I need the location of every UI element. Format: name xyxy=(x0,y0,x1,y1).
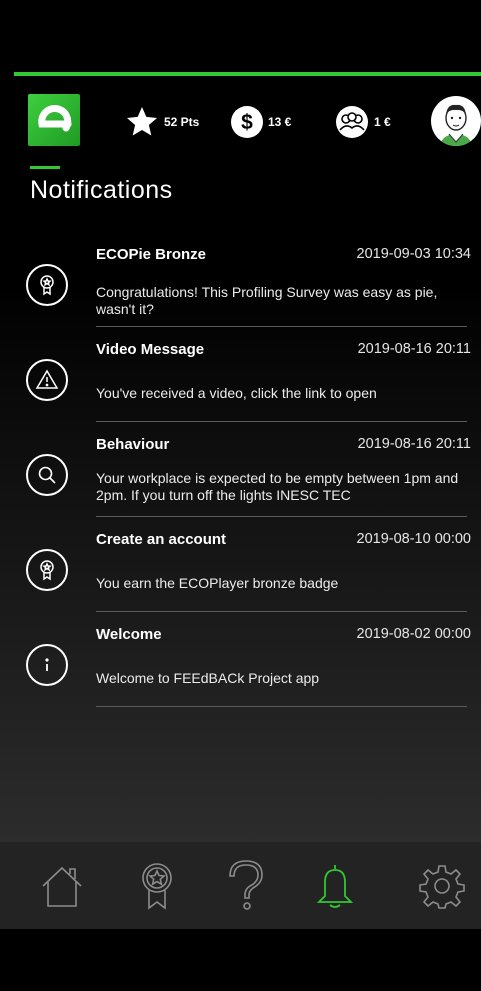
award-icon xyxy=(26,264,68,306)
notification-item[interactable]: Behaviour 2019-08-16 20:11 Your workplac… xyxy=(0,422,481,516)
user-avatar-icon xyxy=(439,104,473,146)
nav-achievements-button[interactable] xyxy=(117,842,197,929)
title-accent xyxy=(30,166,60,169)
gear-icon xyxy=(419,864,465,909)
notification-date: 2019-08-02 00:00 xyxy=(356,626,472,642)
search-icon xyxy=(26,454,68,496)
notification-item[interactable]: Welcome 2019-08-02 00:00 Welcome to FEEd… xyxy=(0,612,481,706)
notification-title: ECOPie Bronze xyxy=(96,246,207,263)
notification-body: Congratulations! This Profiling Survey w… xyxy=(96,284,438,317)
notification-title: Behaviour xyxy=(96,436,170,453)
notification-body: Your workplace is expected to be empty b… xyxy=(96,470,459,503)
points-stat[interactable]: 52 Pts xyxy=(124,104,199,140)
group-value: 1 € xyxy=(374,115,391,129)
notification-body: You've received a video, click the link … xyxy=(96,385,377,401)
svg-text:$: $ xyxy=(241,111,253,134)
points-value: 52 Pts xyxy=(164,115,200,129)
avatar[interactable] xyxy=(431,96,481,146)
notification-body: Welcome to FEEdBACk Project app xyxy=(96,670,320,686)
bell-icon xyxy=(316,864,354,908)
home-icon xyxy=(42,866,82,907)
award-icon xyxy=(142,862,172,910)
nav-notifications-button[interactable] xyxy=(295,842,375,929)
nav-home-button[interactable] xyxy=(22,842,102,929)
notification-date: 2019-08-16 20:11 xyxy=(357,436,471,452)
status-area xyxy=(0,0,481,72)
notification-date: 2019-08-10 00:00 xyxy=(356,531,472,547)
notification-item[interactable]: Video Message 2019-08-16 20:11 You've re… xyxy=(0,327,481,421)
notification-date: 2019-09-03 10:34 xyxy=(356,246,472,262)
nav-settings-button[interactable] xyxy=(402,842,481,929)
divider xyxy=(96,706,467,707)
app-logo[interactable] xyxy=(28,94,80,146)
page-title: Notifications xyxy=(30,176,173,204)
notification-item[interactable]: Create an account 2019-08-10 00:00 You e… xyxy=(0,517,481,611)
star-icon xyxy=(127,107,157,136)
info-icon xyxy=(26,644,68,686)
group-stat[interactable]: 1 € xyxy=(334,104,391,140)
money-stat[interactable]: $ 13 € xyxy=(230,104,291,140)
award-icon xyxy=(26,549,68,591)
notification-body: You earn the ECOPlayer bronze badge xyxy=(96,575,339,591)
notification-title: Create an account xyxy=(96,531,227,548)
nav-help-button[interactable] xyxy=(206,842,286,929)
notification-date: 2019-08-16 20:11 xyxy=(357,341,471,357)
warning-icon xyxy=(26,359,68,401)
notification-title: Video Message xyxy=(96,341,205,358)
system-bar xyxy=(0,929,481,991)
bottom-nav xyxy=(0,842,481,929)
dollar-icon: $ xyxy=(231,106,263,138)
help-icon xyxy=(229,859,263,910)
notification-title: Welcome xyxy=(96,626,162,643)
notification-item[interactable]: ECOPie Bronze 2019-09-03 10:34 Congratul… xyxy=(0,232,481,326)
header-bar: 52 Pts $ 13 € 1 € xyxy=(0,76,481,166)
app-screen: 52 Pts $ 13 € 1 € Notifications ECOPie B… xyxy=(0,76,481,842)
money-value: 13 € xyxy=(268,115,292,129)
group-icon xyxy=(336,106,368,138)
